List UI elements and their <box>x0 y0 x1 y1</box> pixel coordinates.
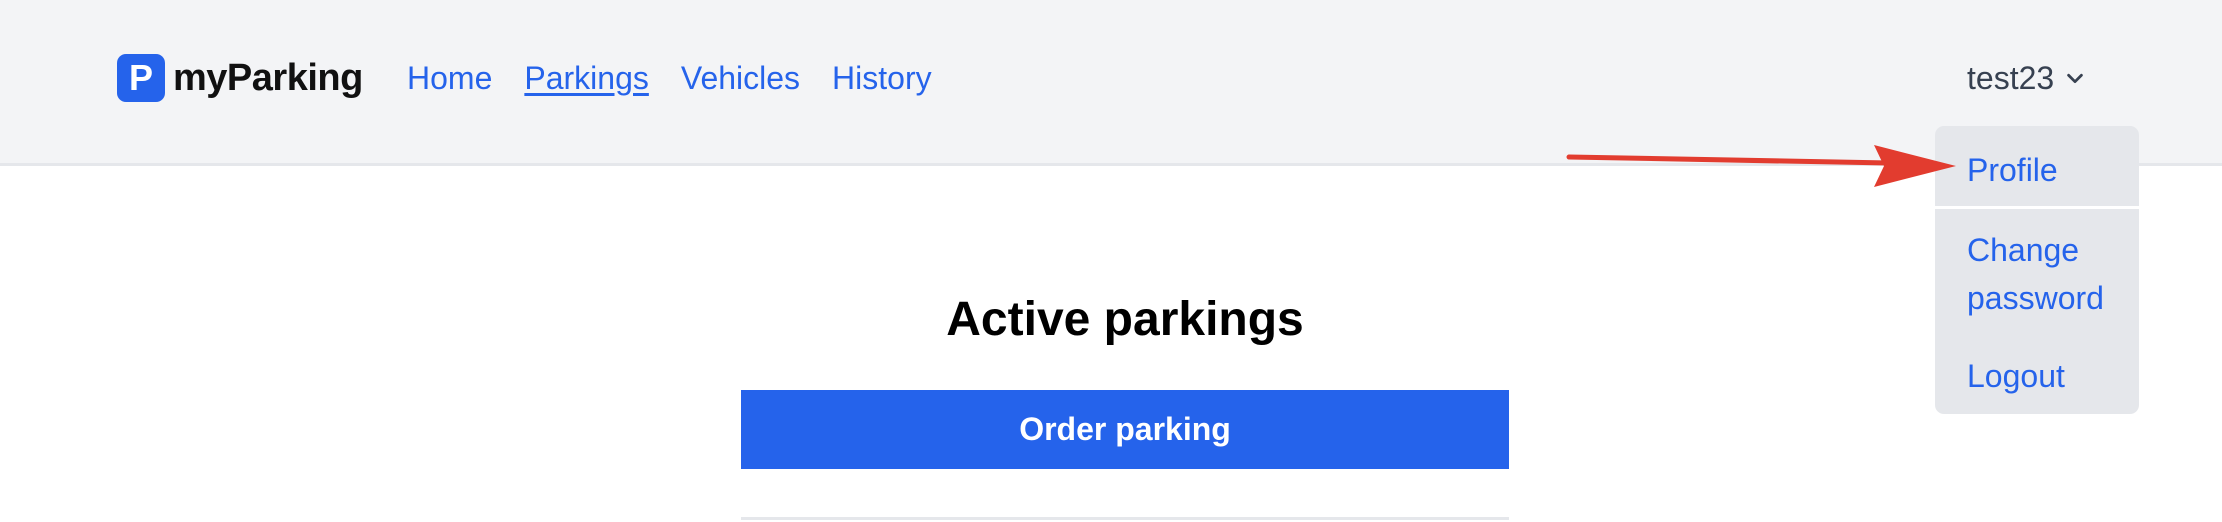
username-label: test23 <box>1967 59 2055 96</box>
main-nav: Home Parkings Vehicles History <box>407 55 932 101</box>
dropdown-item-logout[interactable]: Logout <box>1967 352 2065 400</box>
dropdown-divider <box>1935 206 2139 209</box>
chevron-down-icon <box>2067 73 2083 84</box>
brand[interactable]: P myParking <box>117 54 363 102</box>
order-parking-button[interactable]: Order parking <box>741 390 1509 469</box>
nav-home-link[interactable]: Home <box>407 60 492 97</box>
dropdown-item-profile[interactable]: Profile <box>1967 146 2058 194</box>
nav-vehicles-link[interactable]: Vehicles <box>681 60 800 97</box>
brand-name: myParking <box>173 56 363 99</box>
nav-parkings-link[interactable]: Parkings <box>524 60 649 97</box>
user-dropdown-menu: Profile Change password Logout <box>1935 126 2139 414</box>
red-arrow-icon <box>1566 145 1956 187</box>
page-title: Active parkings <box>946 293 1304 346</box>
parking-logo-icon: P <box>117 54 165 102</box>
content-divider <box>741 517 1509 520</box>
nav-history-link[interactable]: History <box>832 60 932 97</box>
user-menu-toggle[interactable]: test23 <box>1967 55 2086 101</box>
